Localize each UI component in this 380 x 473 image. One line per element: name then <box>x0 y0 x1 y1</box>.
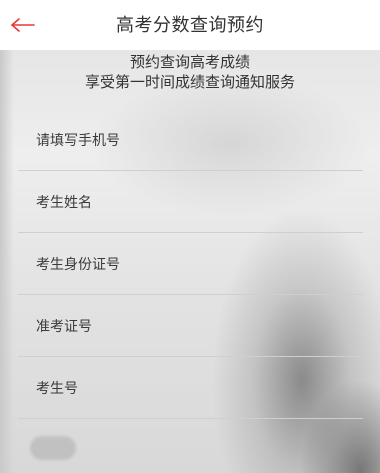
admission-ticket-field[interactable]: 准考证号 <box>18 295 363 357</box>
phone-placeholder: 请填写手机号 <box>36 132 120 149</box>
notice-text: 预约查询高考成绩 享受第一时间成绩查询通知服务 <box>0 52 380 92</box>
name-placeholder: 考生姓名 <box>36 194 92 211</box>
top-bar: 高考分数查询预约 <box>0 0 380 50</box>
notice-line-1: 预约查询高考成绩 <box>129 53 250 71</box>
id-card-placeholder: 考生身份证号 <box>36 256 120 273</box>
id-card-field[interactable]: 考生身份证号 <box>18 233 363 295</box>
candidate-number-placeholder: 考生号 <box>36 380 78 397</box>
candidate-number-field[interactable]: 考生号 <box>18 357 363 419</box>
name-field[interactable]: 考生姓名 <box>18 171 363 233</box>
background-edge <box>0 50 14 473</box>
admission-ticket-placeholder: 准考证号 <box>36 318 92 335</box>
notice-line-2: 享受第一时间成绩查询通知服务 <box>84 73 295 91</box>
appointment-page: 高考分数查询预约 预约查询高考成绩 享受第一时间成绩查询通知服务 请填写手机号 … <box>0 0 380 473</box>
page-title: 高考分数查询预约 <box>116 15 264 36</box>
blurred-toggle[interactable] <box>30 436 76 460</box>
phone-field[interactable]: 请填写手机号 <box>18 109 363 171</box>
